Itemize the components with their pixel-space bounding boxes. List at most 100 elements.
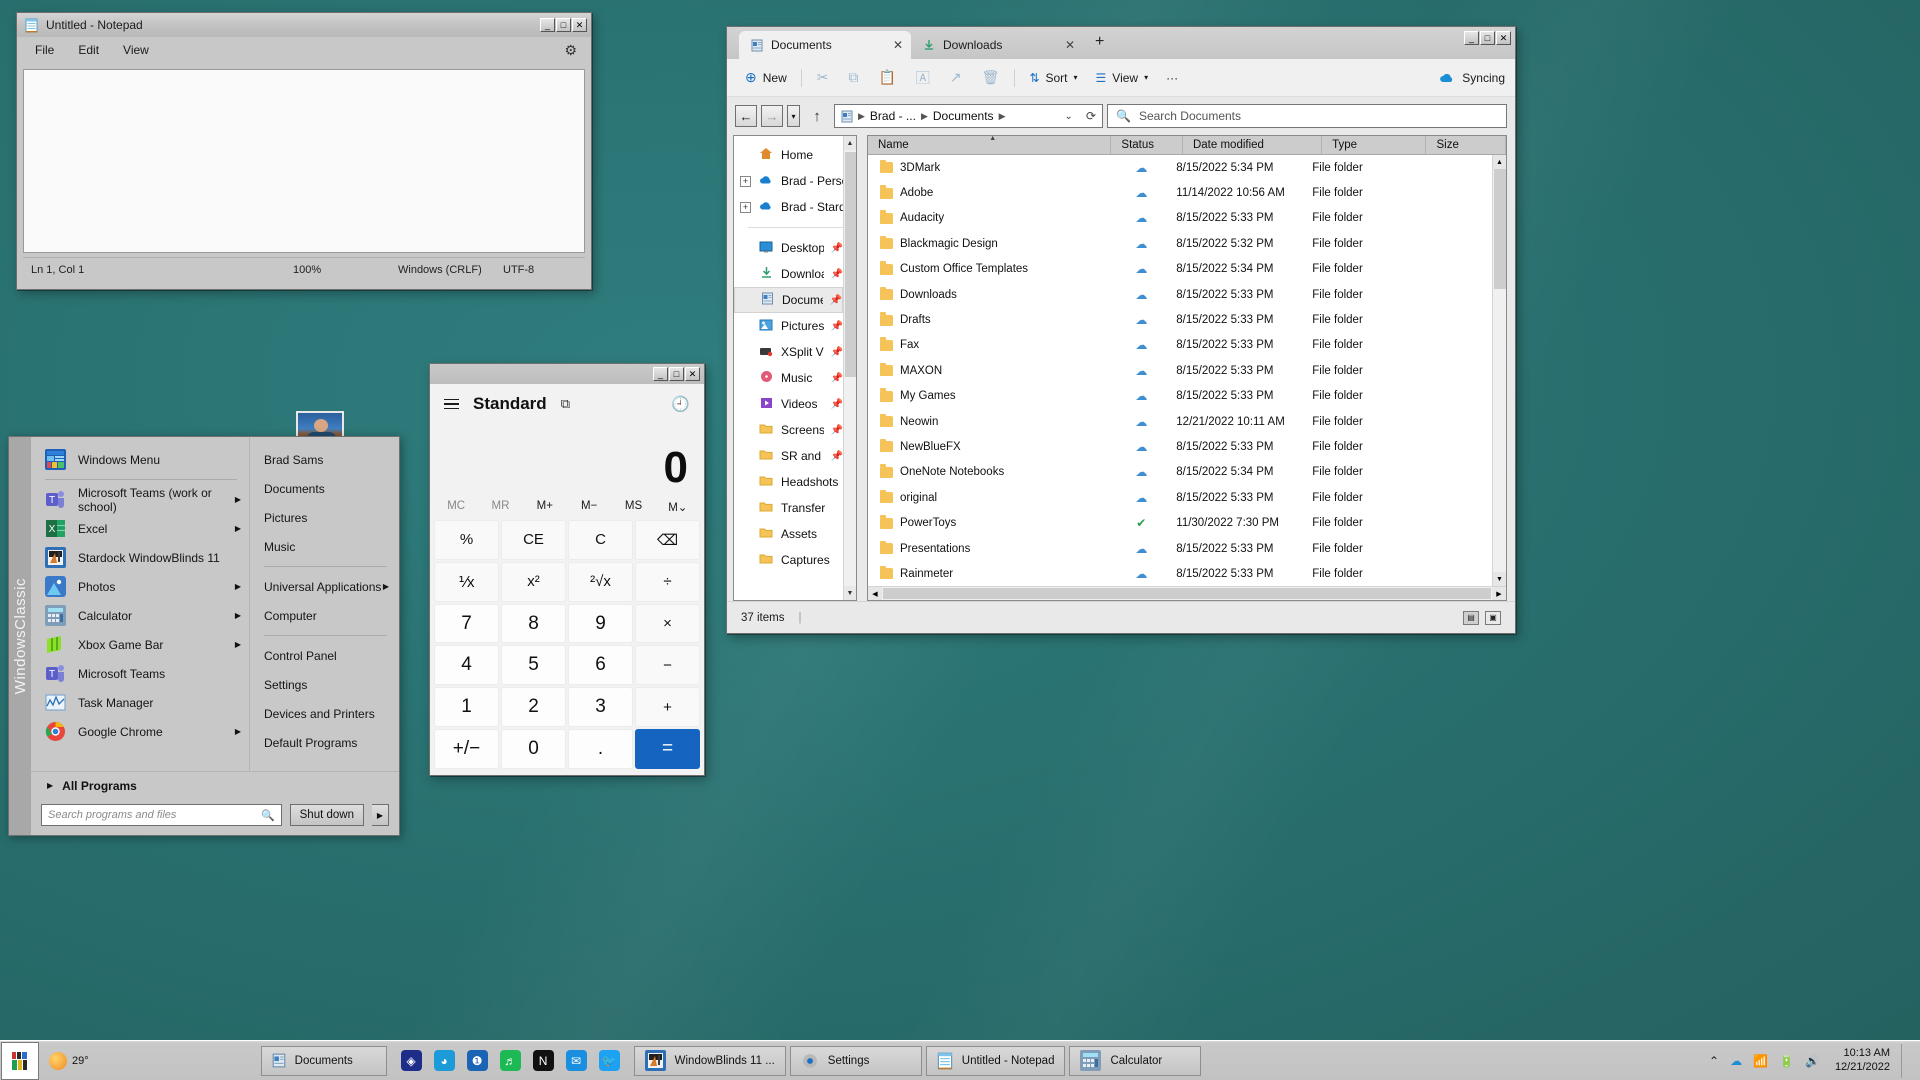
twitter-icon[interactable]: 🐦 [598, 1050, 620, 1071]
table-row[interactable]: Neowin ☁ 12/21/2022 10:11 AM File folder [868, 409, 1492, 434]
cell-name[interactable]: Audacity [868, 210, 1106, 224]
notion-icon[interactable]: N [532, 1050, 554, 1071]
notepad-window-controls[interactable]: _ □ ✕ [540, 18, 589, 32]
fences-icon[interactable]: ❶ [466, 1050, 488, 1071]
column-header-status[interactable]: Status [1111, 136, 1183, 154]
show-desktop-button[interactable] [1901, 1043, 1910, 1078]
maximize-button[interactable]: □ [1480, 31, 1495, 45]
start-menu[interactable]: WindowsClassic Windows Menu T Microsoft Te… [8, 436, 400, 836]
cell-name[interactable]: Presentations [868, 540, 1106, 555]
sidebar-item-home[interactable]: Home [734, 142, 843, 168]
explorer-tab-strip[interactable]: Documents ✕ Downloads ✕ + _ □ ✕ [727, 27, 1515, 59]
weather-widget[interactable]: 29° [41, 1051, 101, 1070]
calc-key-x[interactable]: ²√x [568, 561, 633, 602]
sidebar-item-screenshots[interactable]: Screenshots 📌 [734, 417, 843, 443]
pin-icon[interactable]: 📌 [831, 451, 843, 462]
search-icon[interactable]: 🔍 [261, 809, 275, 822]
cell-name[interactable]: Custom Office Templates [868, 261, 1106, 275]
column-header-date[interactable]: Date modified [1183, 136, 1323, 154]
column-header-type[interactable]: Type [1322, 136, 1427, 154]
calc-key-[interactable]: % [434, 520, 499, 560]
scroll-left-icon[interactable]: ◀ [868, 587, 882, 600]
refresh-icon[interactable]: ⟳ [1086, 109, 1096, 123]
breadcrumb-item-user[interactable]: Brad - ... [870, 109, 916, 123]
start-menu-place-settings[interactable]: Settings [250, 670, 399, 699]
shut-down-button[interactable]: Shut down [289, 804, 364, 826]
scroll-thumb[interactable] [845, 152, 856, 377]
sidebar-item-transfer[interactable]: Transfer [734, 495, 843, 521]
keep-on-top-icon[interactable]: ⧉ [561, 396, 570, 412]
sidebar-item-headshots[interactable]: Headshots [734, 469, 843, 495]
new-button[interactable]: ⊕ New [737, 65, 795, 90]
start-menu-place-music[interactable]: Music [250, 532, 399, 561]
more-options-button[interactable]: ··· [1158, 67, 1186, 89]
start-menu-item-photos[interactable]: Photos ▶ [31, 572, 249, 601]
sidebar-item-pictures[interactable]: Pictures 📌 [734, 313, 843, 339]
start-menu-place-documents[interactable]: Documents [250, 474, 399, 503]
menu-view[interactable]: View [113, 40, 159, 60]
file-explorer-window[interactable]: Documents ✕ Downloads ✕ + _ □ ✕ ⊕ New ✂ … [726, 26, 1516, 634]
pin-icon[interactable]: 📌 [831, 321, 843, 332]
minimize-button[interactable]: _ [653, 367, 668, 381]
cell-name[interactable]: 3DMark [868, 159, 1106, 174]
column-headers[interactable]: ▲ Name Status Date modified Type Size [868, 136, 1506, 155]
memory-mminus-button[interactable]: M− [567, 500, 611, 514]
cell-name[interactable]: Drafts [868, 312, 1106, 326]
table-row[interactable]: Custom Office Templates ☁ 8/15/2022 5:34 P… [868, 257, 1492, 282]
system-tray[interactable]: ⌃ ☁ 📶 🔋 🔊 10:13 AM 12/21/2022 [1709, 1043, 1920, 1078]
calc-key-[interactable]: ÷ [635, 561, 700, 602]
explorer-window-controls[interactable]: _ □ ✕ [1464, 31, 1511, 45]
expand-icon[interactable]: + [740, 201, 751, 213]
table-row[interactable]: NewBlueFX ☁ 8/15/2022 5:33 PM File folder [868, 434, 1492, 459]
calc-key-[interactable]: + [635, 687, 700, 728]
calc-key-3[interactable]: 3 [568, 687, 633, 728]
volume-icon[interactable]: 🔊 [1805, 1054, 1820, 1068]
table-row[interactable]: My Games ☁ 8/15/2022 5:33 PM File folder [868, 384, 1492, 409]
taskbar-open-windows[interactable]: WindowBlinds 11 ... Settings Untitled - No… [633, 1045, 1202, 1076]
calc-key-C[interactable]: C [568, 520, 633, 560]
pin-icon[interactable]: 📌 [831, 399, 843, 410]
chevron-down-icon[interactable]: ⌄ [1065, 111, 1073, 122]
calc-key-8[interactable]: 8 [501, 603, 566, 644]
calc-key-9[interactable]: 9 [568, 603, 633, 644]
explorer-navigation-bar[interactable]: ← → ▾ ↑ ▶ Brad - ... ▶ Documents ▶ ⌄ ⟳ 🔍… [727, 97, 1515, 135]
start-menu-place-computer[interactable]: Computer [250, 601, 399, 630]
calc-key-[interactable]: = [635, 729, 700, 769]
table-row[interactable]: Fax ☁ 8/15/2022 5:33 PM File folder [868, 333, 1492, 358]
table-row[interactable]: Adobe ☁ 11/14/2022 10:56 AM File folder [868, 180, 1492, 205]
scroll-thumb[interactable] [1494, 169, 1506, 289]
calc-key-x[interactable]: ⅟x [434, 561, 499, 602]
notepad-menubar[interactable]: File Edit View ⚙ [17, 37, 591, 63]
search-input[interactable]: Search programs and files 🔍 [41, 804, 282, 826]
memory-ms-button[interactable]: MS [611, 500, 655, 514]
sidebar-item-brad-personal[interactable]: + Brad - Personal [734, 168, 843, 194]
sidebar-item-xsplit-videos[interactable]: XSplit Videos - 📌 [734, 339, 843, 365]
calc-key-7[interactable]: 7 [434, 603, 499, 644]
pin-icon[interactable]: 📌 [831, 373, 843, 384]
sidebar-item-music[interactable]: Music 📌 [734, 365, 843, 391]
calc-key-1[interactable]: 1 [434, 687, 499, 728]
battery-icon[interactable]: 🔋 [1779, 1054, 1794, 1068]
sidebar-item-sr-and-yt[interactable]: SR and YT 📌 [734, 443, 843, 469]
cell-name[interactable]: Neowin [868, 413, 1106, 428]
calc-key-0[interactable]: 0 [501, 729, 566, 769]
table-row[interactable]: MAXON ☁ 8/15/2022 5:33 PM File folder [868, 358, 1492, 383]
pin-icon[interactable]: 📌 [831, 243, 843, 254]
scroll-down-icon[interactable]: ▼ [1493, 572, 1506, 586]
edge-icon[interactable]: ◕ [433, 1050, 455, 1071]
sort-button[interactable]: ⇅ Sort ▾ [1021, 67, 1085, 89]
close-icon[interactable]: ✕ [1065, 38, 1075, 52]
table-row[interactable]: Audacity ☁ 8/15/2022 5:33 PM File folder [868, 206, 1492, 231]
cell-name[interactable]: Downloads [868, 286, 1106, 301]
calculator-window[interactable]: _ □ ✕ Standard ⧉ 🕘 0 MC MR M+ M− MS M⌄ %… [429, 363, 705, 776]
search-input[interactable]: Search Documents [1139, 109, 1241, 123]
all-programs-button[interactable]: ▶ All Programs [31, 771, 399, 799]
calc-key-CE[interactable]: CE [501, 520, 566, 560]
cell-name[interactable]: original [868, 489, 1106, 504]
sidebar-item-downloads[interactable]: Downloads 📌 [734, 261, 843, 287]
maximize-button[interactable]: □ [669, 367, 684, 381]
memory-buttons-row[interactable]: MC MR M+ M− MS M⌄ [430, 494, 704, 518]
pin-icon[interactable]: 📌 [831, 347, 843, 358]
sidebar-item-assets[interactable]: Assets [734, 521, 843, 547]
network-icon[interactable]: 📶 [1753, 1054, 1768, 1068]
